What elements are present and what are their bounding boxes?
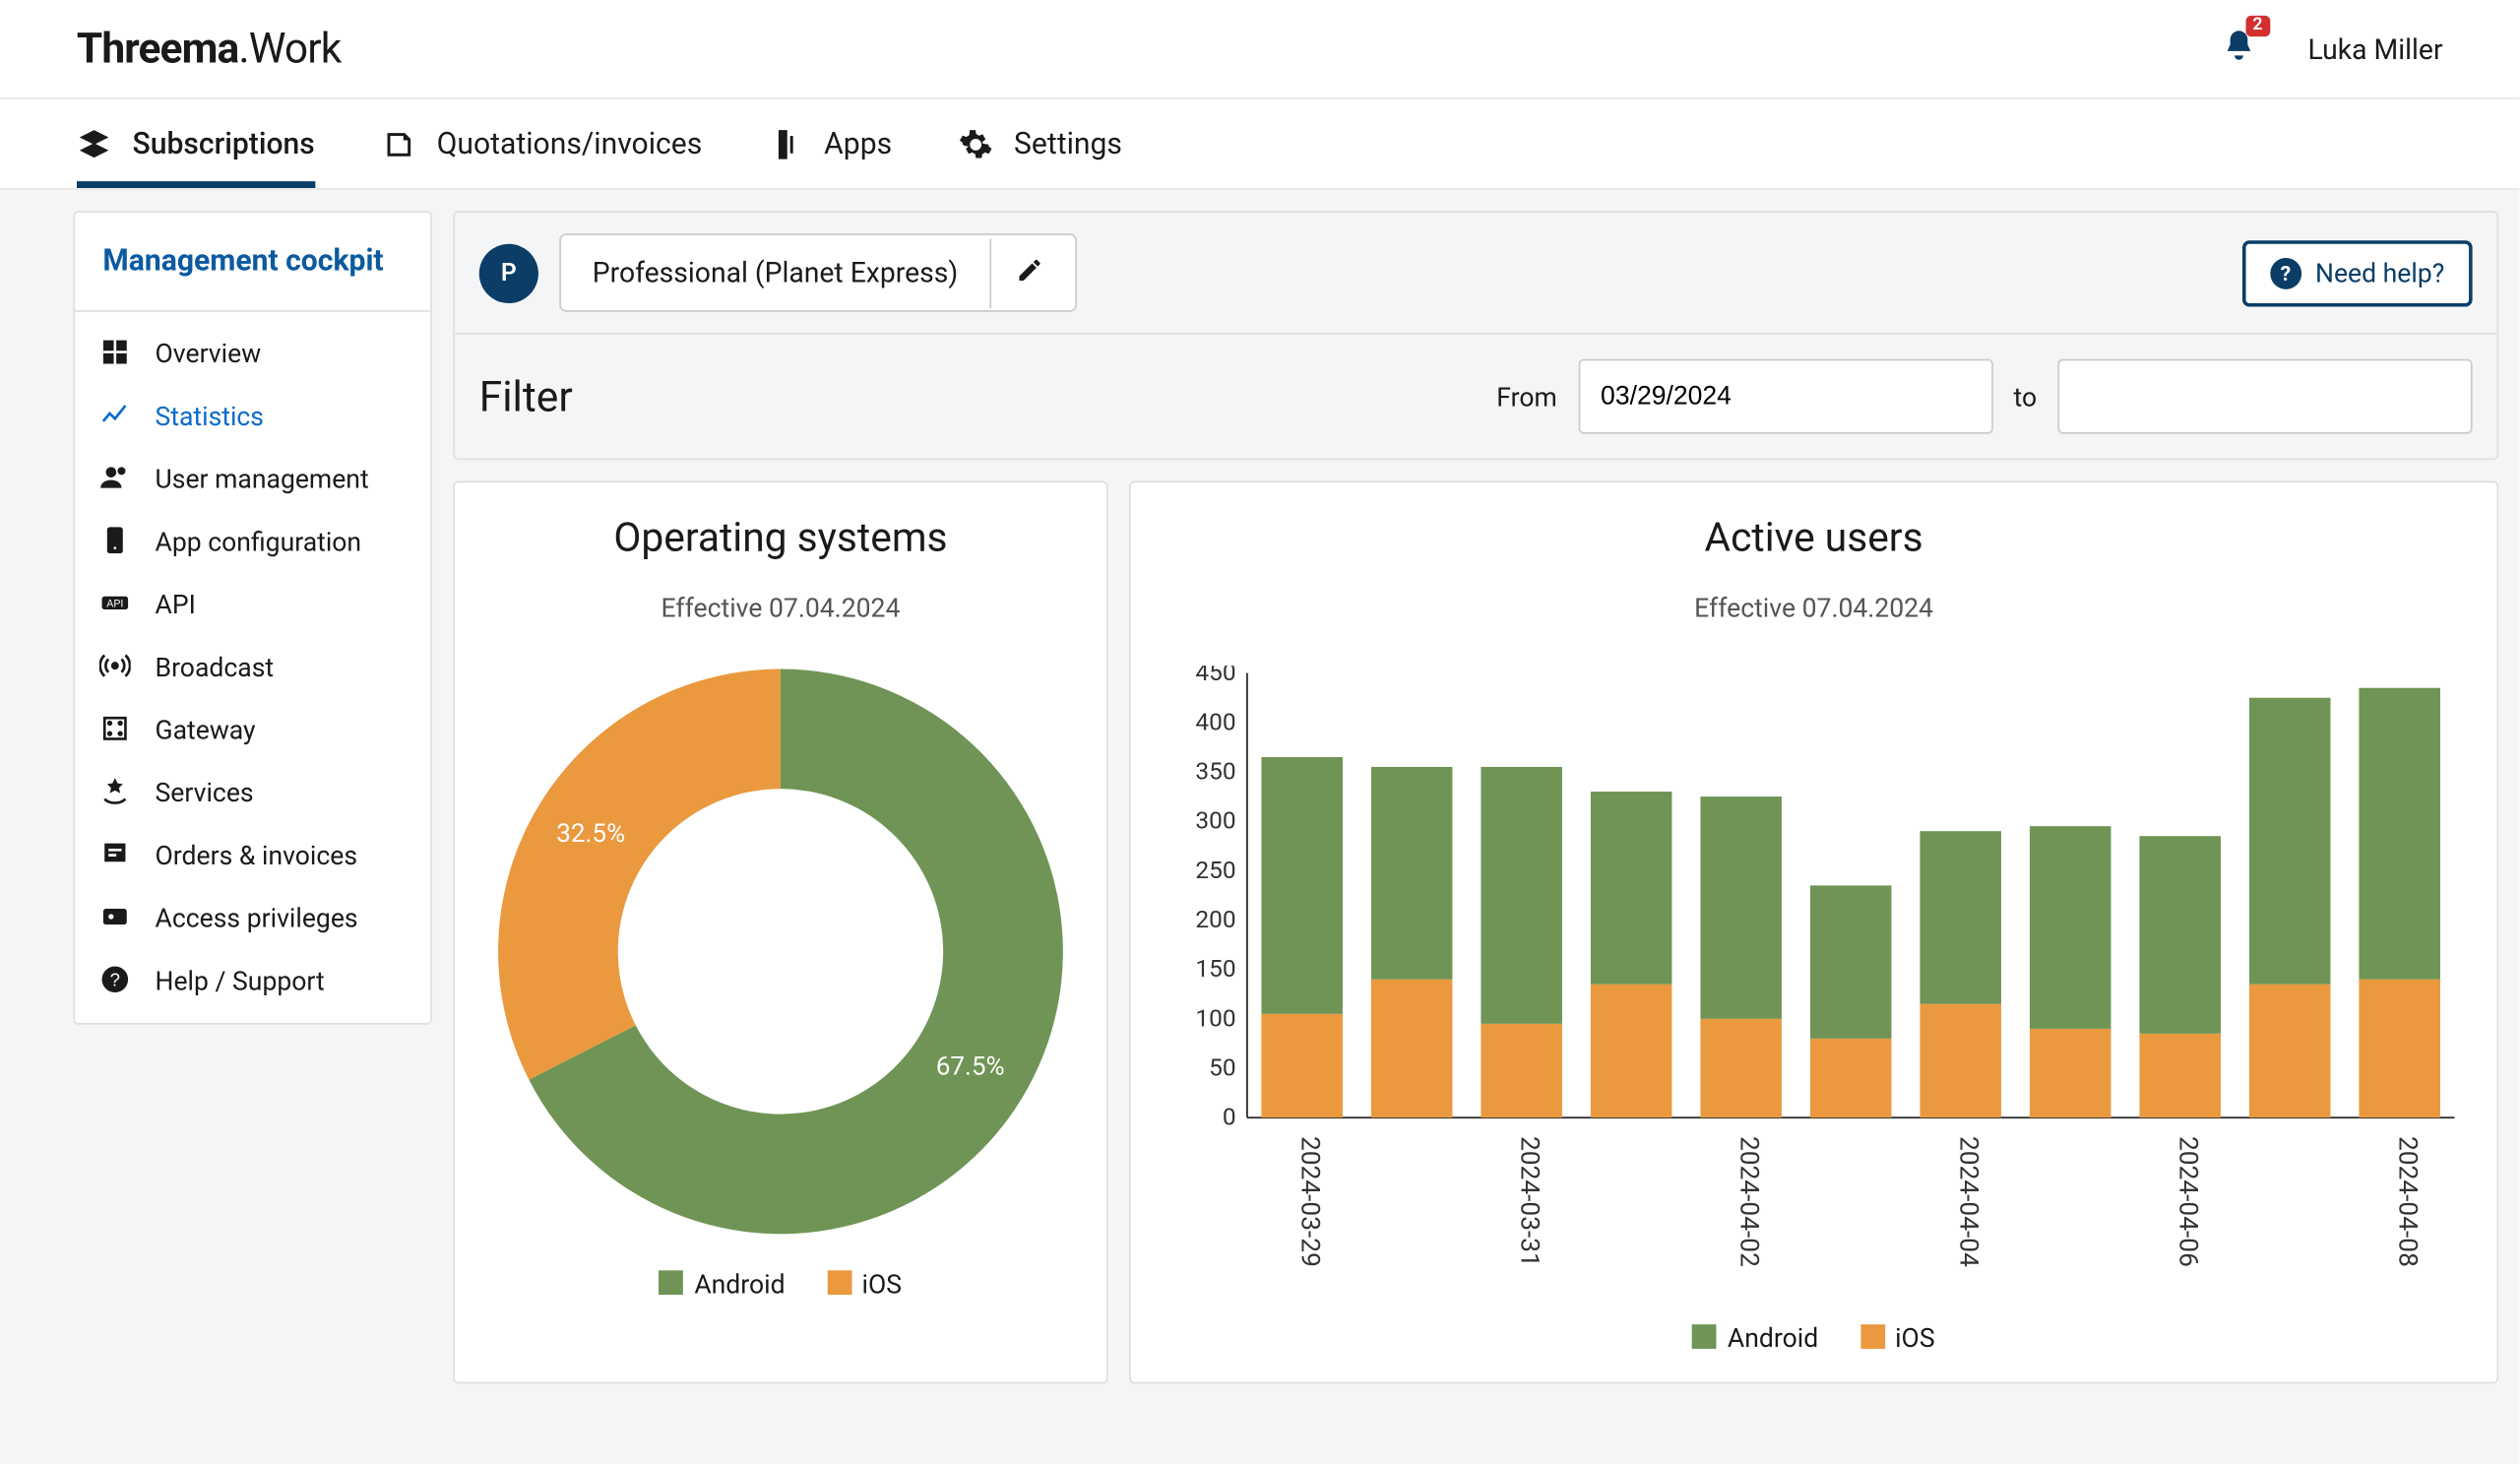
operating-systems-card: Operating systems Effective 07.04.2024 6…: [453, 481, 1108, 1384]
need-help-button[interactable]: ? Need help?: [2242, 239, 2473, 305]
legend-android-2: Android: [1693, 1323, 1819, 1355]
svg-text:?: ?: [110, 969, 120, 989]
sidebar-item-orders-invoices[interactable]: Orders & invoices: [75, 824, 430, 887]
main-nav: Subscriptions Quotations/invoices Apps Sett…: [0, 99, 2519, 190]
svg-text:50: 50: [1209, 1053, 1235, 1082]
sidebar: Management cockpit OverviewStatisticsUse…: [73, 211, 432, 1025]
legend-ios: iOS: [827, 1269, 902, 1301]
nav-settings[interactable]: Settings: [958, 99, 1122, 188]
header-bar: Threema.Work 2 Luka Miller: [0, 0, 2519, 99]
svg-text:150: 150: [1195, 954, 1235, 983]
subscription-selector[interactable]: Professional (Planet Express): [559, 233, 1076, 312]
svg-text:2024-03-29: 2024-03-29: [1295, 1136, 1325, 1267]
logo: Threema.Work: [77, 25, 341, 74]
sidebar-title: Management cockpit: [75, 213, 430, 312]
from-label: From: [1496, 381, 1557, 413]
question-icon: ?: [2270, 257, 2301, 288]
to-label: to: [2014, 381, 2038, 413]
subscription-badge: P: [479, 243, 538, 302]
svg-text:2024-03-31: 2024-03-31: [1515, 1136, 1544, 1267]
sidebar-item-app-configuration[interactable]: App configuration: [75, 511, 430, 574]
svg-text:2024-04-02: 2024-04-02: [1734, 1136, 1764, 1267]
nav-subscriptions[interactable]: Subscriptions: [77, 99, 315, 188]
nav-apps[interactable]: Apps: [769, 99, 893, 188]
app-configuration-icon: [99, 525, 134, 559]
svg-text:300: 300: [1195, 806, 1235, 835]
broadcast-icon: [99, 650, 134, 684]
legend-android: Android: [660, 1269, 786, 1301]
os-card-title: Operating systems: [489, 514, 1071, 561]
access-privileges-icon: [99, 901, 134, 935]
svg-text:2024-04-06: 2024-04-06: [2174, 1136, 2203, 1267]
svg-text:400: 400: [1195, 707, 1235, 735]
need-help-label: Need help?: [2315, 257, 2444, 288]
os-legend: Android iOS: [489, 1269, 1071, 1301]
os-card-subtitle: Effective 07.04.2024: [489, 593, 1071, 624]
svg-text:250: 250: [1195, 856, 1235, 884]
svg-text:200: 200: [1195, 905, 1235, 933]
subscription-name: Professional (Planet Express): [561, 235, 989, 310]
subscriptions-icon: [77, 126, 111, 160]
sidebar-item-user-management[interactable]: User management: [75, 448, 430, 511]
statistics-icon: [99, 399, 134, 433]
to-date-input[interactable]: [2057, 359, 2472, 434]
svg-text:2024-04-08: 2024-04-08: [2393, 1136, 2423, 1267]
content-toolbar: P Professional (Planet Express) ? Need h…: [453, 211, 2498, 460]
sidebar-item-broadcast[interactable]: Broadcast: [75, 636, 430, 699]
notification-count-badge: 2: [2245, 16, 2269, 36]
sidebar-item-gateway[interactable]: Gateway: [75, 699, 430, 762]
sidebar-item-services[interactable]: Services: [75, 761, 430, 824]
edit-subscription-button[interactable]: [989, 238, 1075, 308]
svg-text:0: 0: [1223, 1103, 1236, 1131]
sidebar-item-overview[interactable]: Overview: [75, 322, 430, 385]
apps-icon: [769, 126, 803, 160]
services-icon: [99, 776, 134, 810]
filter-title: Filter: [479, 372, 573, 421]
sidebar-item-access-privileges[interactable]: Access privileges: [75, 887, 430, 950]
gateway-icon: [99, 713, 134, 747]
orders-invoices-icon: [99, 838, 134, 872]
svg-text:450: 450: [1195, 666, 1235, 686]
svg-text:67.5%: 67.5%: [936, 1051, 1005, 1081]
svg-text:2024-04-04: 2024-04-04: [1954, 1136, 1984, 1267]
svg-text:100: 100: [1195, 1003, 1235, 1032]
overview-icon: [99, 337, 134, 371]
svg-text:API: API: [106, 598, 123, 609]
sidebar-item-help-support[interactable]: ?Help / Support: [75, 950, 430, 1013]
user-management-icon: [99, 462, 134, 496]
active-card-subtitle: Effective 07.04.2024: [1166, 593, 2462, 624]
logo-main: Threema: [77, 25, 238, 74]
svg-text:32.5%: 32.5%: [556, 819, 625, 849]
quotations-icon: [381, 126, 415, 160]
notifications-button[interactable]: 2: [2221, 27, 2255, 72]
active-card-title: Active users: [1166, 514, 2462, 561]
user-menu[interactable]: Luka Miller: [2308, 32, 2443, 66]
legend-ios-2: iOS: [1860, 1323, 1935, 1355]
nav-quotations[interactable]: Quotations/invoices: [381, 99, 702, 188]
pencil-icon: [1016, 255, 1050, 289]
settings-icon: [958, 126, 992, 160]
os-donut-chart: 67.5% 32.5%: [489, 656, 1071, 1248]
active-legend: Android iOS: [1166, 1323, 2462, 1355]
from-date-input[interactable]: [1578, 359, 1992, 434]
api-icon: API: [99, 587, 134, 621]
sidebar-item-statistics[interactable]: Statistics: [75, 385, 430, 448]
help-support-icon: ?: [99, 964, 134, 998]
svg-text:350: 350: [1195, 757, 1235, 786]
logo-suffix: .Work: [238, 25, 341, 74]
active-users-bar-chart: 0 50 100 150 200 250 300 350 400 450 2024-03-29 202…: [1166, 666, 2462, 1303]
active-users-card: Active users Effective 07.04.2024 0 50 100…: [1129, 481, 2498, 1384]
sidebar-item-api[interactable]: APIAPI: [75, 573, 430, 636]
